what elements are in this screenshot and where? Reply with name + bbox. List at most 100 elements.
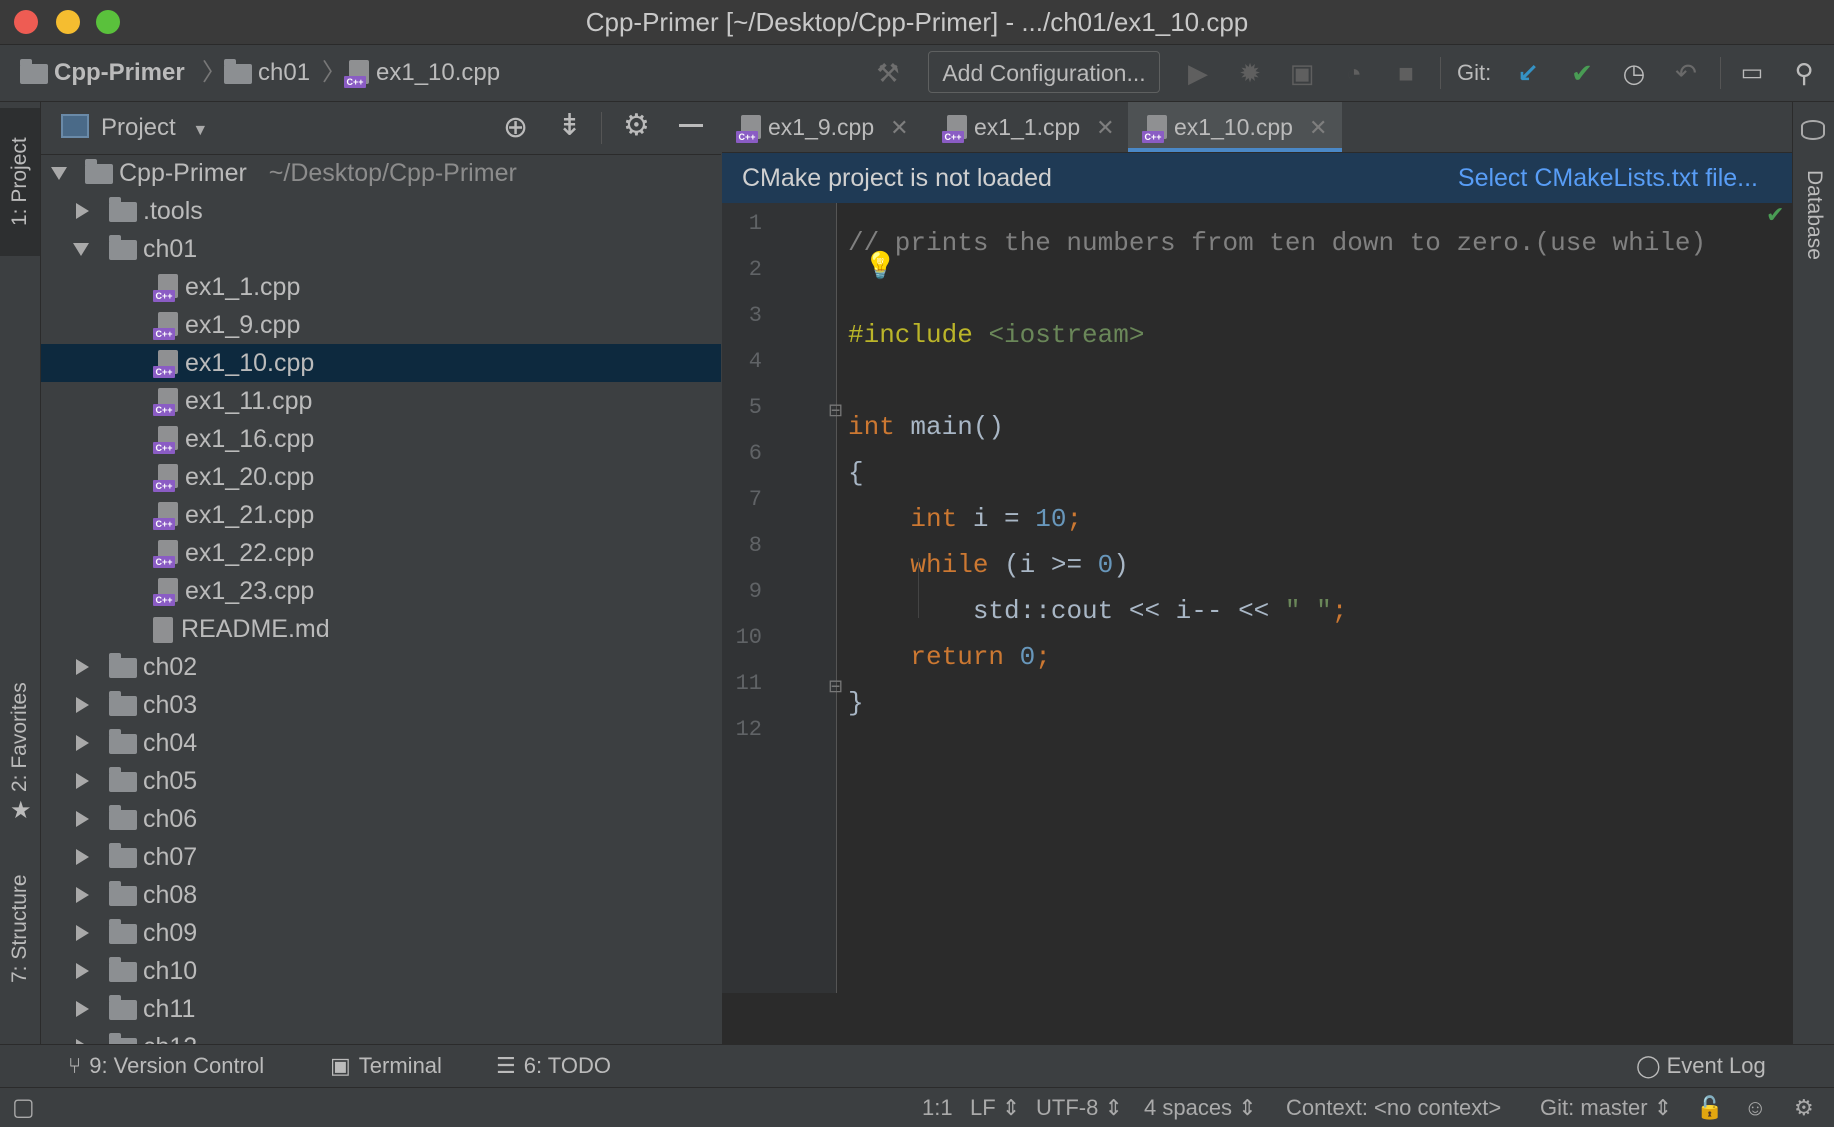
git-rollback-icon[interactable]: ↶	[1668, 55, 1704, 91]
tree-folder-row[interactable]: ch06	[41, 800, 721, 838]
context-selector[interactable]: Context: <no context>	[1286, 1088, 1501, 1127]
run-with-coverage-icon[interactable]: ▣	[1284, 55, 1320, 91]
breadcrumb-project[interactable]: Cpp-Primer	[20, 45, 185, 101]
indent-selector[interactable]: 4 spaces ⇕	[1144, 1088, 1257, 1127]
tree-folder-row[interactable]: ch11	[41, 990, 721, 1028]
git-branch-selector[interactable]: Git: master ⇕	[1540, 1088, 1672, 1127]
breadcrumb-file[interactable]: C++ ex1_10.cpp	[344, 45, 500, 101]
tree-file-row[interactable]: C++ ex1_20.cpp	[41, 458, 721, 496]
collapsed-arrow-icon[interactable]	[76, 697, 89, 713]
tab-ex1-1[interactable]: C++ ex1_1.cpp ✕	[928, 102, 1128, 152]
root-path: ~/Desktop/Cpp-Primer	[268, 159, 517, 187]
code-line-9: std::cout << i-- << " ";	[972, 596, 1348, 626]
close-tab-icon[interactable]: ✕	[1096, 115, 1114, 140]
collapsed-arrow-icon[interactable]	[76, 849, 89, 865]
line-separator-selector[interactable]: LF ⇕	[970, 1088, 1020, 1127]
build-hammer-icon[interactable]: ⚒	[870, 55, 906, 91]
close-tab-icon[interactable]: ✕	[1309, 115, 1327, 140]
tab-database-tool[interactable]: Database	[1793, 150, 1834, 280]
collapse-all-icon[interactable]: ⇟	[557, 108, 582, 143]
tree-folder-row[interactable]: ch04	[41, 724, 721, 762]
breadcrumb-folder[interactable]: ch01	[224, 45, 310, 101]
project-view-selector[interactable]: Project ▼	[101, 102, 208, 157]
tree-folder-row[interactable]: ch09	[41, 914, 721, 952]
collapsed-arrow-icon[interactable]	[76, 735, 89, 751]
stop-icon[interactable]: ■	[1388, 55, 1424, 91]
expanded-arrow-icon[interactable]	[73, 243, 89, 256]
tree-file-row[interactable]: C++ ex1_1.cpp	[41, 268, 721, 306]
tab-ex1-9[interactable]: C++ ex1_9.cpp ✕	[722, 102, 926, 152]
tree-file-row[interactable]: C++ ex1_22.cpp	[41, 534, 721, 572]
tree-item-label: ch10	[143, 957, 198, 985]
terminal-tool[interactable]: ▣ Terminal	[330, 1045, 442, 1087]
tree-file-row[interactable]: C++ ex1_21.cpp	[41, 496, 721, 534]
git-commit-icon[interactable]: ✔	[1564, 55, 1600, 91]
tree-folder-row[interactable]: ch10	[41, 952, 721, 990]
terminal-window-icon[interactable]: ▭	[1734, 55, 1770, 91]
tree-file-row[interactable]: README.md	[41, 610, 721, 648]
search-icon[interactable]: ⚲	[1786, 55, 1822, 91]
tree-folder-row[interactable]: ch07	[41, 838, 721, 876]
left-tool-strip: 1: Project 2: Favorites ★ 7: Structure	[0, 102, 41, 1044]
lightbulb-icon[interactable]: 💡	[864, 250, 896, 281]
gear-icon[interactable]: ⚙	[623, 108, 650, 143]
close-tab-icon[interactable]: ✕	[890, 115, 908, 140]
tree-file-row[interactable]: C++ ex1_10.cpp	[41, 344, 721, 382]
breadcrumb-project-label: Cpp-Primer	[54, 59, 185, 86]
project-view-label: Project	[101, 114, 176, 141]
locate-target-icon[interactable]: ⊕	[503, 110, 528, 145]
todo-tool[interactable]: ☰ 6: TODO	[496, 1045, 611, 1087]
add-configuration-button[interactable]: Add Configuration...	[928, 51, 1160, 93]
breadcrumb-folder-label: ch01	[258, 59, 311, 86]
tree-folder-row[interactable]: ch05	[41, 762, 721, 800]
cpp-file-icon: C++	[153, 540, 179, 569]
run-icon[interactable]: ▶	[1180, 55, 1216, 91]
tab-favorites-tool[interactable]: 2: Favorites	[0, 662, 40, 812]
tab-ex1-10[interactable]: C++ ex1_10.cpp ✕	[1128, 102, 1342, 152]
code-line-6: {	[848, 458, 864, 488]
tree-folder-row[interactable]: ch12	[41, 1028, 721, 1044]
tab-structure-tool[interactable]: 7: Structure	[0, 854, 40, 1004]
collapsed-arrow-icon[interactable]	[76, 659, 89, 675]
cpp-file-icon: C++	[153, 426, 179, 455]
collapsed-arrow-icon[interactable]	[76, 1001, 89, 1017]
debug-icon[interactable]: ✹	[1232, 55, 1268, 91]
tree-folder-row[interactable]: ch03	[41, 686, 721, 724]
encoding-selector[interactable]: UTF-8 ⇕	[1036, 1088, 1123, 1127]
event-log-tool[interactable]: ◯ Event Log	[1636, 1045, 1766, 1087]
collapsed-arrow-icon[interactable]	[76, 203, 89, 219]
memory-indicator-icon[interactable]: ⚙	[1794, 1088, 1814, 1127]
collapsed-arrow-icon[interactable]	[76, 811, 89, 827]
profile-icon[interactable]: ◔	[1336, 55, 1372, 91]
status-bar: ▢ 1:1 LF ⇕ UTF-8 ⇕ 4 spaces ⇕ Context: <…	[0, 1087, 1834, 1127]
collapsed-arrow-icon[interactable]	[76, 925, 89, 941]
caret-position[interactable]: 1:1	[922, 1088, 953, 1127]
git-history-icon[interactable]: ◷	[1616, 55, 1652, 91]
folder-icon	[109, 957, 137, 983]
lock-icon[interactable]: 🔓	[1696, 1088, 1723, 1127]
tree-file-row[interactable]: C++ ex1_9.cpp	[41, 306, 721, 344]
line-number: 3	[748, 303, 762, 328]
tab-project-tool[interactable]: 1: Project	[0, 108, 40, 256]
tree-folder-row[interactable]: ch02	[41, 648, 721, 686]
tree-file-row[interactable]: C++ ex1_11.cpp	[41, 382, 721, 420]
collapsed-arrow-icon[interactable]	[76, 773, 89, 789]
tree-file-row[interactable]: C++ ex1_16.cpp	[41, 420, 721, 458]
version-control-tool[interactable]: ⑂ 9: Version Control	[68, 1045, 264, 1087]
tree-folder-row[interactable]: ch01	[41, 230, 721, 268]
hide-panel-icon[interactable]	[679, 124, 703, 127]
line-number: 11	[735, 671, 762, 696]
inspector-icon[interactable]: ☺	[1744, 1088, 1766, 1127]
tree-folder-row[interactable]: .tools	[41, 192, 721, 230]
tree-file-row[interactable]: C++ ex1_23.cpp	[41, 572, 721, 610]
collapsed-arrow-icon[interactable]	[76, 887, 89, 903]
fold-marker-icon[interactable]: ⊟	[828, 400, 843, 421]
collapsed-arrow-icon[interactable]	[76, 963, 89, 979]
folder-icon	[109, 767, 137, 793]
tree-folder-row[interactable]: ch08	[41, 876, 721, 914]
fold-marker-icon[interactable]: ⊟	[828, 676, 843, 697]
select-cmakelists-link[interactable]: Select CMakeLists.txt file...	[1458, 153, 1758, 203]
toggle-tool-windows-icon[interactable]: ▢	[12, 1088, 35, 1127]
git-update-icon[interactable]: ↙	[1510, 55, 1546, 91]
tree-root[interactable]: Cpp-Primer ~/Desktop/Cpp-Primer	[41, 154, 721, 192]
